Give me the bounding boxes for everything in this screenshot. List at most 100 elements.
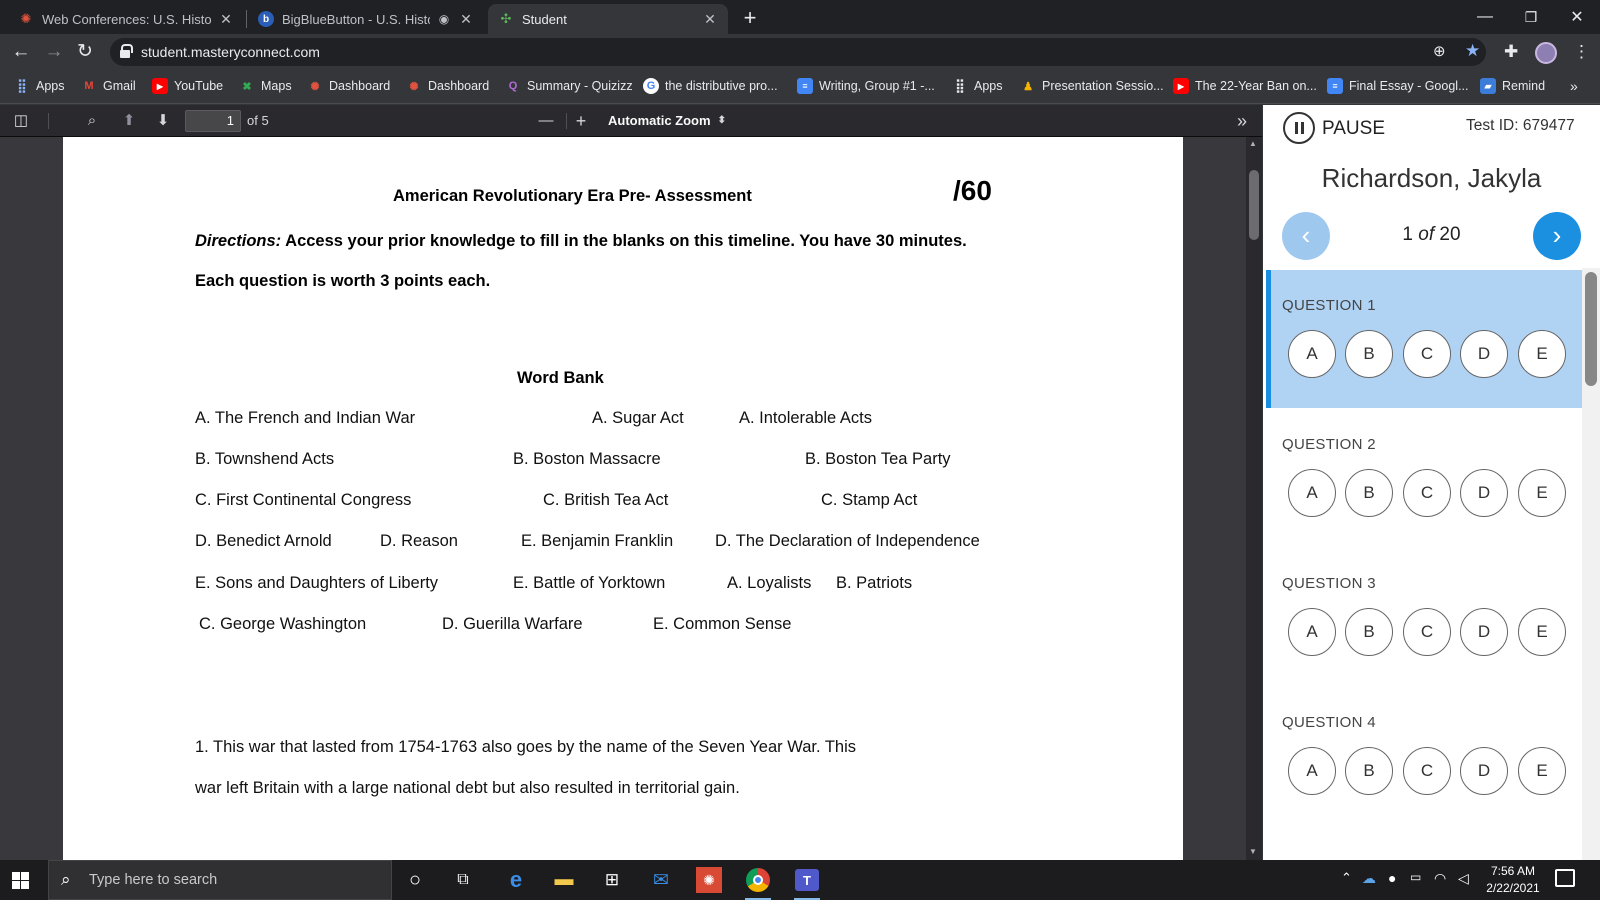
more-bookmarks-icon[interactable]: » [1570,78,1578,94]
answer-option-a[interactable]: A [1288,469,1336,517]
word-bank-item: C. First Continental Congress [195,491,412,509]
battery-icon[interactable]: ▭ [1410,870,1421,884]
wifi-icon[interactable]: ◠ [1434,870,1446,887]
store-icon[interactable]: ⊞ [595,866,629,894]
bookmark-dashboard-1[interactable]: ✺ Dashboard [307,78,390,94]
file-explorer-icon[interactable]: ▬ [547,866,581,894]
google-docs-icon: ≡ [1327,78,1343,94]
bookmark-final-essay[interactable]: ≡ Final Essay - Googl... [1327,78,1469,94]
scroll-down-icon[interactable]: ▼ [1249,847,1257,856]
panel-scrollbar[interactable] [1582,268,1600,860]
close-window-button[interactable]: ✕ [1554,0,1600,34]
chrome-icon[interactable] [741,866,775,900]
tab-title: Web Conferences: U.S. History 8 [42,11,212,27]
notification-center-icon[interactable] [1555,869,1575,887]
question-1-text-line-1: 1. This war that lasted from 1754-1763 a… [195,738,856,756]
answer-option-b[interactable]: B [1345,608,1393,656]
close-tab-icon[interactable]: ✕ [218,11,234,28]
zoom-in-icon[interactable]: + [568,109,594,133]
bookmark-remind[interactable]: ▰ Remind [1480,78,1545,94]
tab-title: BigBlueButton - U.S. History [282,11,430,27]
scroll-up-icon[interactable]: ▲ [1249,139,1257,148]
bookmark-maps[interactable]: ✖ Maps [239,78,291,94]
app-icon[interactable]: ✺ [692,866,726,894]
next-page-icon[interactable]: ⬇ [150,109,176,133]
bookmark-apps[interactable]: ⣿ Apps [14,78,64,94]
close-tab-icon[interactable]: ✕ [702,11,718,28]
bookmark-label: Apps [974,79,1003,93]
answer-option-d[interactable]: D [1460,330,1508,378]
answer-option-e[interactable]: E [1518,747,1566,795]
youtube-icon: ▶ [152,78,168,94]
tab-web-conferences[interactable]: ✺ Web Conferences: U.S. History 8 ✕ [8,4,244,34]
cortana-icon[interactable]: ○ [398,866,432,894]
close-tab-icon[interactable]: ✕ [458,11,474,28]
extensions-icon[interactable]: ✚ [1504,42,1518,62]
answer-option-c[interactable]: C [1403,747,1451,795]
previous-page-icon[interactable]: ⬆ [116,109,142,133]
taskbar-search-input[interactable]: ⌕ Type here to search [48,860,392,900]
bookmark-apps-2[interactable]: ⣿ Apps [952,78,1003,94]
answer-option-c[interactable]: C [1403,469,1451,517]
mail-icon[interactable]: ✉ [644,866,678,894]
scrollbar-thumb[interactable] [1249,170,1259,240]
answer-option-c[interactable]: C [1403,608,1451,656]
bookmark-gmail[interactable]: M Gmail [81,78,135,94]
avatar[interactable] [1535,42,1557,64]
windows-start-icon[interactable] [12,872,29,889]
answer-option-c[interactable]: C [1403,330,1451,378]
tab-bigbluebutton[interactable]: b BigBlueButton - U.S. History ◉ ✕ [248,4,484,34]
answer-option-b[interactable]: B [1345,330,1393,378]
bookmark-presentation[interactable]: ♟ Presentation Sessio... [1020,78,1164,94]
system-clock[interactable]: 7:56 AM 2/22/2021 [1478,863,1548,897]
zoom-select[interactable]: Automatic Zoom ⬍ [600,110,732,132]
bookmark-writing[interactable]: ≡ Writing, Group #1 -... [797,78,935,94]
pdf-scrollbar[interactable]: ▲ ▼ [1246,137,1262,860]
edge-icon[interactable]: e [499,866,533,894]
answer-option-b[interactable]: B [1345,469,1393,517]
sidebar-toggle-icon[interactable]: ◫ [8,109,34,133]
answer-option-e[interactable]: E [1518,469,1566,517]
answer-option-e[interactable]: E [1518,330,1566,378]
volume-icon[interactable]: ◁ [1458,870,1469,887]
zoom-icon[interactable]: ⊕ [1433,42,1446,60]
teams-icon[interactable]: T [790,866,824,900]
answer-option-d[interactable]: D [1460,469,1508,517]
reload-button[interactable]: ↻ [72,40,98,64]
back-button[interactable]: ← [8,40,34,64]
pdf-viewport[interactable]: American Revolutionary Era Pre- Assessme… [0,137,1262,860]
tab-student[interactable]: ✣ Student ✕ [488,4,728,34]
word-bank-item: A. The French and Indian War [195,409,416,427]
show-hidden-icons-icon[interactable]: ⌃ [1341,870,1352,886]
onedrive-icon[interactable]: ☁ [1362,870,1376,887]
scrollbar-thumb[interactable] [1585,272,1597,386]
bookmark-quizizz[interactable]: Q Summary - Quizizz [505,78,633,94]
pause-button[interactable]: PAUSE [1322,118,1385,140]
new-tab-button[interactable]: + [737,6,763,32]
forward-button[interactable]: → [41,40,67,64]
bookmark-star-icon[interactable]: ★ [1465,41,1480,61]
bookmark-22-year-ban[interactable]: ▶ The 22-Year Ban on... [1173,78,1317,94]
answer-option-d[interactable]: D [1460,747,1508,795]
next-question-button[interactable]: › [1533,212,1581,260]
answer-option-e[interactable]: E [1518,608,1566,656]
answer-option-d[interactable]: D [1460,608,1508,656]
menu-icon[interactable]: ⋮ [1573,42,1590,62]
minimize-button[interactable]: — [1462,0,1508,34]
answer-option-a[interactable]: A [1288,330,1336,378]
answer-option-a[interactable]: A [1288,747,1336,795]
microphone-icon[interactable]: ● [1388,870,1396,886]
page-number-input[interactable]: 1 [185,110,241,132]
zoom-out-icon[interactable]: — [533,109,559,133]
answer-option-a[interactable]: A [1288,608,1336,656]
pause-icon[interactable] [1283,112,1315,144]
search-icon[interactable]: ⌕ [79,109,105,133]
bookmark-youtube[interactable]: ▶ YouTube [152,78,223,94]
address-bar[interactable]: student.masteryconnect.com ⊕ ★ [110,38,1486,66]
restore-button[interactable]: ❐ [1508,0,1554,34]
bookmark-dashboard-2[interactable]: ✺ Dashboard [406,78,489,94]
tools-menu-icon[interactable]: » [1229,109,1255,133]
answer-option-b[interactable]: B [1345,747,1393,795]
task-view-icon[interactable]: ⧉ [446,866,480,894]
bookmark-distributive[interactable]: Gthe distributive pro... [643,78,778,94]
